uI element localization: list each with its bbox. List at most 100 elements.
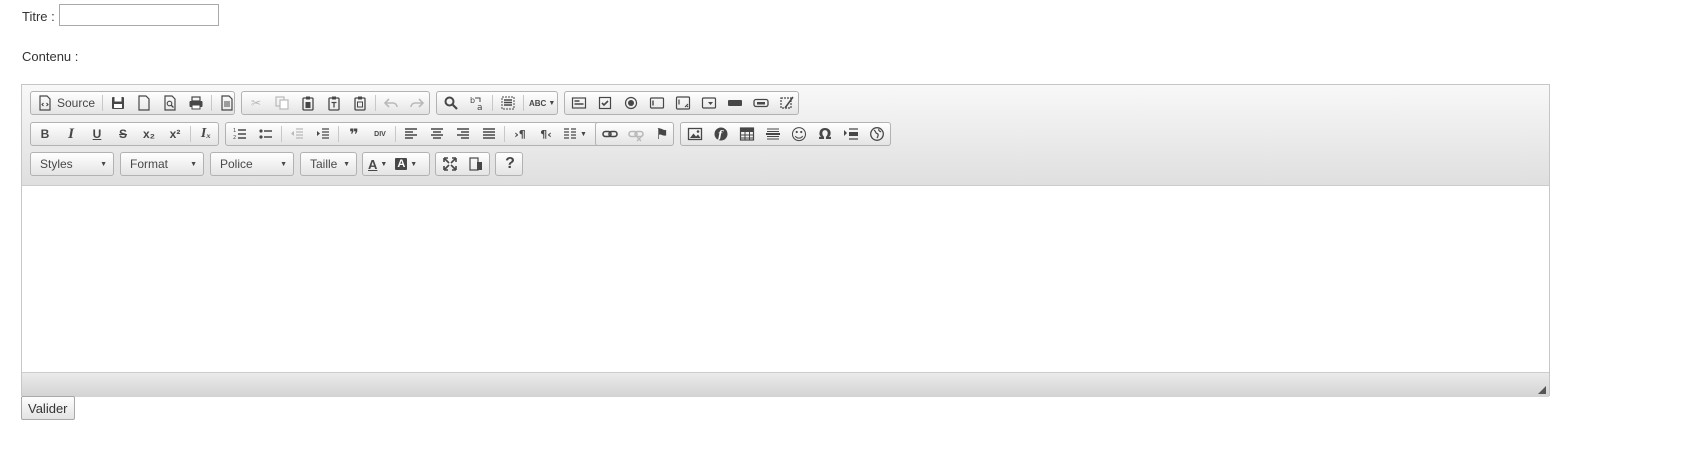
separator (190, 126, 191, 142)
source-label: Source (57, 96, 96, 110)
justify-button[interactable] (476, 123, 502, 145)
bold-button[interactable]: B (32, 123, 58, 145)
italic-button[interactable]: I (58, 123, 84, 145)
background-color-button[interactable]: A ▼ (391, 153, 421, 175)
replace-button[interactable]: ba (464, 92, 490, 114)
font-dropdown[interactable]: Police ▼ (210, 152, 294, 176)
outdent-button[interactable] (284, 123, 310, 145)
link-button[interactable] (597, 123, 623, 145)
spellcheck-icon: ABC (529, 98, 547, 108)
form-button-button[interactable] (722, 92, 748, 114)
new-page-button[interactable] (131, 92, 157, 114)
size-dropdown[interactable]: Taille ▼ (300, 152, 357, 176)
cut-button[interactable]: ✂ (243, 92, 269, 114)
underline-button[interactable]: U (84, 123, 110, 145)
align-center-icon (431, 128, 443, 139)
anchor-button[interactable]: ⚑ (649, 123, 675, 145)
remove-format-button[interactable]: Iₓ (193, 123, 219, 145)
text-color-icon: A (368, 156, 378, 172)
toolbar-group-tools (435, 152, 490, 176)
unlink-button[interactable] (623, 123, 649, 145)
text-field-icon (649, 97, 665, 109)
undo-button[interactable] (378, 92, 404, 114)
omega-icon: Ω (818, 125, 832, 143)
redo-button[interactable] (404, 92, 430, 114)
flash-icon: f (714, 127, 728, 141)
submit-button[interactable]: Valider (21, 396, 75, 420)
toolbar-group-document: Source (30, 91, 235, 115)
indent-button[interactable] (310, 123, 336, 145)
select-field-button[interactable] (696, 92, 722, 114)
image-button-button[interactable] (748, 92, 774, 114)
horizontal-rule-icon (766, 128, 780, 140)
bulleted-list-button[interactable] (253, 123, 279, 145)
maximize-button[interactable] (437, 153, 463, 175)
copy-button[interactable] (269, 92, 295, 114)
find-button[interactable] (438, 92, 464, 114)
numbered-list-button[interactable]: 12 (227, 123, 253, 145)
align-right-button[interactable] (450, 123, 476, 145)
redo-icon (410, 98, 425, 108)
templates-button[interactable] (214, 92, 240, 114)
remove-format-icon: Iₓ (200, 126, 212, 141)
separator (102, 95, 104, 111)
special-char-button[interactable]: Ω (812, 123, 838, 145)
toolbar-group-clipboard: ✂ (241, 91, 430, 115)
show-blocks-button[interactable] (463, 153, 489, 175)
flash-button[interactable]: f (708, 123, 734, 145)
create-div-button[interactable]: DIV (367, 123, 393, 145)
title-input[interactable] (59, 4, 219, 26)
radio-button[interactable] (618, 92, 644, 114)
image-button-icon (753, 98, 769, 108)
styles-dropdown-label: Styles (40, 157, 73, 171)
svg-text:b: b (470, 96, 475, 105)
page-break-button[interactable] (838, 123, 864, 145)
table-button[interactable] (734, 123, 760, 145)
image-button[interactable] (682, 123, 708, 145)
save-button[interactable] (105, 92, 131, 114)
table-icon (739, 127, 755, 141)
text-color-button[interactable]: A ▼ (364, 153, 391, 175)
styles-dropdown[interactable]: Styles ▼ (30, 152, 114, 176)
format-dropdown[interactable]: Format ▼ (120, 152, 204, 176)
editor-content-area[interactable] (22, 186, 1549, 372)
paste-button[interactable] (295, 92, 321, 114)
hidden-field-button[interactable] (774, 92, 800, 114)
chevron-down-icon: ▼ (548, 99, 556, 107)
resize-handle-icon[interactable] (1538, 386, 1546, 394)
language-button[interactable]: ▼ (559, 123, 590, 145)
align-left-button[interactable] (398, 123, 424, 145)
paste-text-icon (328, 96, 340, 111)
superscript-button[interactable]: x² (162, 123, 188, 145)
source-button[interactable]: Source (32, 92, 100, 114)
div-icon: DIV (374, 130, 386, 138)
save-icon (112, 97, 125, 109)
about-button[interactable]: ? (497, 153, 523, 175)
chevron-down-icon: ▼ (190, 160, 197, 168)
blockquote-icon: ❞ (349, 124, 359, 144)
paste-text-button[interactable] (321, 92, 347, 114)
text-direction-ltr-button[interactable]: ›¶ (507, 123, 533, 145)
strike-button[interactable]: S (110, 123, 136, 145)
blockquote-button[interactable]: ❞ (341, 123, 367, 145)
paste-from-word-button[interactable] (347, 92, 373, 114)
print-icon (189, 96, 203, 110)
print-button[interactable] (183, 92, 209, 114)
subscript-button[interactable]: x₂ (136, 123, 162, 145)
form-button[interactable] (566, 92, 592, 114)
select-all-button[interactable] (495, 92, 521, 114)
text-field-button[interactable] (644, 92, 670, 114)
spellcheck-button[interactable]: ABC ▼ (526, 92, 558, 114)
new-page-icon (138, 95, 150, 111)
maximize-icon (443, 157, 457, 171)
text-direction-rtl-button[interactable]: ¶‹ (533, 123, 559, 145)
horizontal-rule-button[interactable] (760, 123, 786, 145)
select-field-icon (701, 97, 717, 109)
iframe-button[interactable] (864, 123, 890, 145)
textarea-button[interactable] (670, 92, 696, 114)
checkbox-button[interactable] (592, 92, 618, 114)
smiley-button[interactable]: ☺ (786, 123, 812, 145)
align-center-button[interactable] (424, 123, 450, 145)
toolbar-group-paragraph: 12 ❞ DIV ›¶ ¶‹ ▼ (225, 122, 610, 146)
preview-button[interactable] (157, 92, 183, 114)
